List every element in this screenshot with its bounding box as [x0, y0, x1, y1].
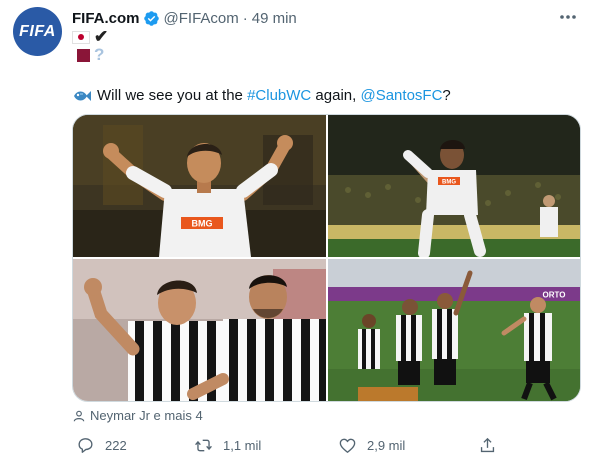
verified-badge-icon — [143, 10, 159, 26]
more-icon[interactable] — [557, 7, 579, 27]
hashtag-link[interactable]: #ClubWC — [247, 86, 311, 106]
reply-button[interactable]: 222 — [76, 434, 127, 456]
tag-person-icon — [73, 410, 85, 421]
flag-line-japan: ✔ — [72, 28, 108, 46]
check-mark-icon: ✔ — [94, 27, 109, 46]
fifa-logo-avatar[interactable]: FIFA — [13, 7, 62, 56]
japan-flag — [72, 30, 90, 44]
author-name[interactable]: FIFA.com — [72, 10, 140, 27]
retweet-icon — [195, 439, 212, 451]
tagged-people[interactable]: Neymar Jr e mais 4 — [72, 408, 203, 423]
share-button[interactable] — [478, 434, 497, 456]
tagged-people-label: Neymar Jr e mais 4 — [90, 408, 203, 423]
photo-3[interactable] — [73, 259, 326, 401]
tweet-actions: 222 1,1 mil 2,9 mil — [72, 434, 502, 456]
like-button[interactable]: 2,9 mil — [338, 434, 405, 456]
photo-4-board-text: ORTO — [543, 291, 566, 300]
retweet-button[interactable]: 1,1 mil — [194, 434, 261, 456]
photo-2[interactable]: BMG — [328, 115, 580, 257]
retweet-count: 1,1 mil — [223, 437, 262, 453]
photo-1-sponsor: BMG — [192, 219, 213, 229]
share-icon — [480, 437, 495, 452]
qatar-flag — [72, 48, 90, 62]
photo-2-sponsor: BMG — [442, 180, 456, 186]
fish-emoji-icon — [74, 91, 91, 101]
text-after: ? — [442, 87, 451, 104]
flag-line-qatar: ? — [72, 46, 104, 64]
question-mark-icon: ? — [94, 45, 105, 64]
media-grid: BMG BMG ORTO — [72, 114, 581, 402]
mention-link[interactable]: @SantosFC — [360, 86, 442, 106]
tweet-text: Will we see you at the #ClubWC again, @S… — [72, 86, 451, 106]
reply-icon — [78, 437, 93, 453]
author-handle[interactable]: @FIFAcom — [164, 10, 239, 27]
reply-count: 222 — [105, 437, 127, 453]
like-count: 2,9 mil — [367, 437, 406, 453]
tweet-timestamp[interactable]: 49 min — [252, 10, 297, 27]
tweet-header: FIFA.com @FIFAcom · 49 min — [72, 8, 297, 28]
text-middle: again, — [311, 87, 361, 104]
like-icon — [339, 438, 356, 453]
photo-1[interactable]: BMG — [73, 115, 326, 257]
photo-4[interactable]: ORTO — [328, 259, 580, 401]
text-before: Will we see you at the — [97, 87, 248, 104]
separator-dot: · — [242, 9, 248, 27]
